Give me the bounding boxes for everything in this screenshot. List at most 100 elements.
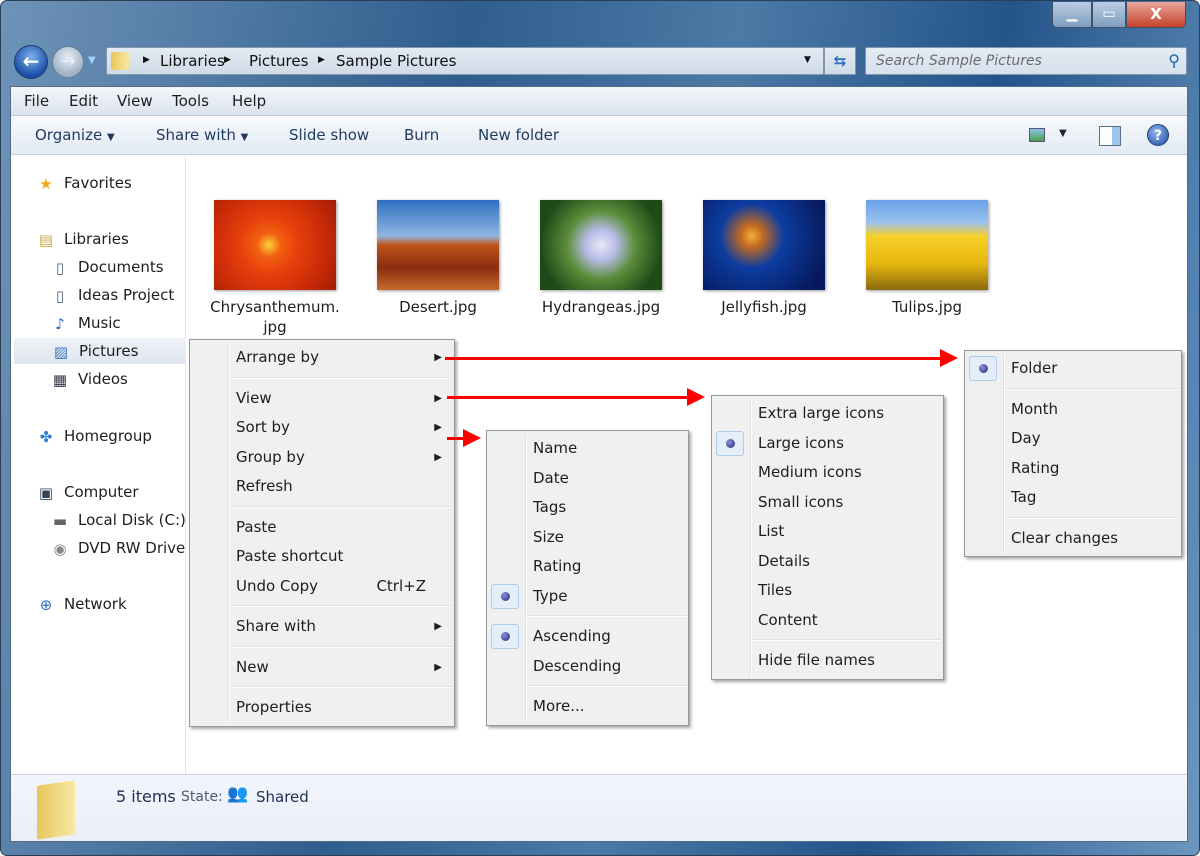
file-thumbnail-chrysanthemum[interactable] xyxy=(214,200,336,290)
view-item-extra-large-icons[interactable]: Extra large icons xyxy=(714,399,941,429)
view-item-medium-icons[interactable]: Medium icons xyxy=(714,458,941,488)
recent-pages-dropdown[interactable]: ▼ xyxy=(88,55,96,66)
slide-show-button[interactable]: Slide show xyxy=(289,126,369,144)
view-item-small-icons[interactable]: Small icons xyxy=(714,488,941,518)
preview-pane-icon[interactable] xyxy=(1099,126,1121,146)
help-button[interactable]: ? xyxy=(1147,124,1169,146)
menu-item-sort-by[interactable]: Sort by ▶ xyxy=(192,413,452,443)
view-item-details[interactable]: Details xyxy=(714,547,941,577)
sort-item-descending[interactable]: Descending xyxy=(489,652,686,682)
menu-item-view[interactable]: View ▶ xyxy=(192,384,452,414)
chevron-down-icon: ▼ xyxy=(106,132,115,143)
maximize-button[interactable]: ▭ xyxy=(1092,2,1126,28)
file-thumbnail-desert[interactable] xyxy=(377,200,499,290)
sort-item-tags[interactable]: Tags xyxy=(489,493,686,523)
file-name[interactable]: Jellyfish.jpg xyxy=(684,297,844,317)
menu-label: Tag xyxy=(1011,488,1037,506)
share-with-button[interactable]: Share with ▼ xyxy=(156,126,248,144)
file-thumbnail-jellyfish[interactable] xyxy=(703,200,825,290)
nav-pictures[interactable]: ▨ Pictures xyxy=(14,338,186,364)
new-folder-button[interactable]: New folder xyxy=(478,126,559,144)
menu-item-undo-copy[interactable]: Undo Copy Ctrl+Z xyxy=(192,572,452,602)
file-name[interactable]: Tulips.jpg xyxy=(847,297,1007,317)
address-bar[interactable]: ▶ Libraries ▶ Pictures ▶ Sample Pictures… xyxy=(106,47,824,75)
sort-item-ascending[interactable]: Ascending xyxy=(489,622,686,652)
burn-button[interactable]: Burn xyxy=(404,126,439,144)
sort-item-date[interactable]: Date xyxy=(489,464,686,494)
menu-item-arrange-by[interactable]: Arrange by ▶ xyxy=(192,343,452,373)
arrange-item-tag[interactable]: Tag xyxy=(967,483,1179,513)
arrange-item-month[interactable]: Month xyxy=(967,395,1179,425)
nav-favorites[interactable]: ★ Favorites xyxy=(36,170,132,196)
chevron-right-icon[interactable]: ▶ xyxy=(318,55,325,65)
arrange-item-clear-changes[interactable]: Clear changes xyxy=(967,524,1179,554)
arrange-item-folder[interactable]: Folder xyxy=(967,354,1179,384)
menu-separator xyxy=(1005,387,1179,390)
view-item-content[interactable]: Content xyxy=(714,606,941,636)
nav-ideas-project[interactable]: ▯ Ideas Project xyxy=(50,282,174,308)
menu-view[interactable]: View xyxy=(117,92,153,110)
menu-item-refresh[interactable]: Refresh xyxy=(192,472,452,502)
menu-edit[interactable]: Edit xyxy=(69,92,98,110)
breadcrumb-libraries[interactable]: Libraries xyxy=(160,52,225,70)
change-view-icon[interactable] xyxy=(1029,128,1045,142)
file-name[interactable]: Chrysanthemum. jpg xyxy=(195,297,355,337)
sort-item-size[interactable]: Size xyxy=(489,523,686,553)
chevron-right-icon[interactable]: ▶ xyxy=(143,55,150,65)
nav-libraries[interactable]: ▤ Libraries xyxy=(36,226,129,252)
menu-help[interactable]: Help xyxy=(232,92,266,110)
nav-computer[interactable]: ▣ Computer xyxy=(36,479,139,505)
file-name[interactable]: Hydrangeas.jpg xyxy=(521,297,681,317)
pictures-icon: ▨ xyxy=(53,342,69,361)
nav-label: Libraries xyxy=(64,230,129,248)
refresh-button[interactable]: ⇆ xyxy=(824,47,856,75)
nav-music[interactable]: ♪ Music xyxy=(50,310,120,336)
nav-documents[interactable]: ▯ Documents xyxy=(50,254,164,280)
arrange-item-rating[interactable]: Rating xyxy=(967,454,1179,484)
back-button[interactable]: ← xyxy=(14,45,48,79)
menu-file[interactable]: File xyxy=(24,92,49,110)
view-item-list[interactable]: List xyxy=(714,517,941,547)
breadcrumb-pictures[interactable]: Pictures xyxy=(249,52,308,70)
sort-item-more[interactable]: More... xyxy=(489,692,686,722)
sort-item-rating[interactable]: Rating xyxy=(489,552,686,582)
breadcrumb-sample-pictures[interactable]: Sample Pictures xyxy=(336,52,456,70)
menu-item-paste-shortcut[interactable]: Paste shortcut xyxy=(192,542,452,572)
view-item-hide-file-names[interactable]: Hide file names xyxy=(714,646,941,676)
menu-label: Small icons xyxy=(758,492,844,511)
file-thumbnail-tulips[interactable] xyxy=(866,200,988,290)
menu-label: Large icons xyxy=(758,433,844,452)
search-input[interactable] xyxy=(866,48,1156,74)
nav-videos[interactable]: ▦ Videos xyxy=(50,366,128,392)
file-thumbnail-hydrangeas[interactable] xyxy=(540,200,662,290)
arrange-by-submenu: Folder Month Day Rating Tag Clear change… xyxy=(964,350,1182,557)
address-dropdown-icon[interactable]: ▼ xyxy=(804,55,811,65)
menu-item-new[interactable]: New ▶ xyxy=(192,653,452,683)
chevron-right-icon[interactable]: ▶ xyxy=(224,55,231,65)
shortcut-label: Ctrl+Z xyxy=(376,576,426,595)
menu-item-properties[interactable]: Properties xyxy=(192,693,452,723)
details-pane: 5 items State: 👥 Shared xyxy=(11,774,1187,841)
menu-item-share-with[interactable]: Share with ▶ xyxy=(192,612,452,642)
nav-network[interactable]: ⊕ Network xyxy=(36,591,127,617)
file-name[interactable]: Desert.jpg xyxy=(358,297,518,317)
menu-item-group-by[interactable]: Group by ▶ xyxy=(192,443,452,473)
sort-item-name[interactable]: Name xyxy=(489,434,686,464)
close-button[interactable]: X xyxy=(1126,2,1186,28)
menu-tools[interactable]: Tools xyxy=(172,92,209,110)
nav-label: Documents xyxy=(78,258,164,276)
sort-item-type[interactable]: Type xyxy=(489,582,686,612)
nav-homegroup[interactable]: ✤ Homegroup xyxy=(36,423,152,449)
forward-button[interactable]: → xyxy=(52,46,84,78)
menu-item-paste[interactable]: Paste xyxy=(192,513,452,543)
nav-local-disk[interactable]: ▬ Local Disk (C:) xyxy=(50,507,186,533)
arrange-item-day[interactable]: Day xyxy=(967,424,1179,454)
nav-dvd-drive[interactable]: ◉ DVD RW Drive xyxy=(50,535,185,561)
organize-button[interactable]: Organize ▼ xyxy=(35,126,115,144)
view-options-dropdown-icon[interactable]: ▼ xyxy=(1059,128,1067,139)
minimize-button[interactable]: ▁ xyxy=(1052,2,1092,28)
view-item-large-icons[interactable]: Large icons xyxy=(714,429,941,459)
search-box[interactable]: ⚲ xyxy=(865,47,1187,75)
view-item-tiles[interactable]: Tiles xyxy=(714,576,941,606)
search-icon[interactable]: ⚲ xyxy=(1168,51,1180,70)
